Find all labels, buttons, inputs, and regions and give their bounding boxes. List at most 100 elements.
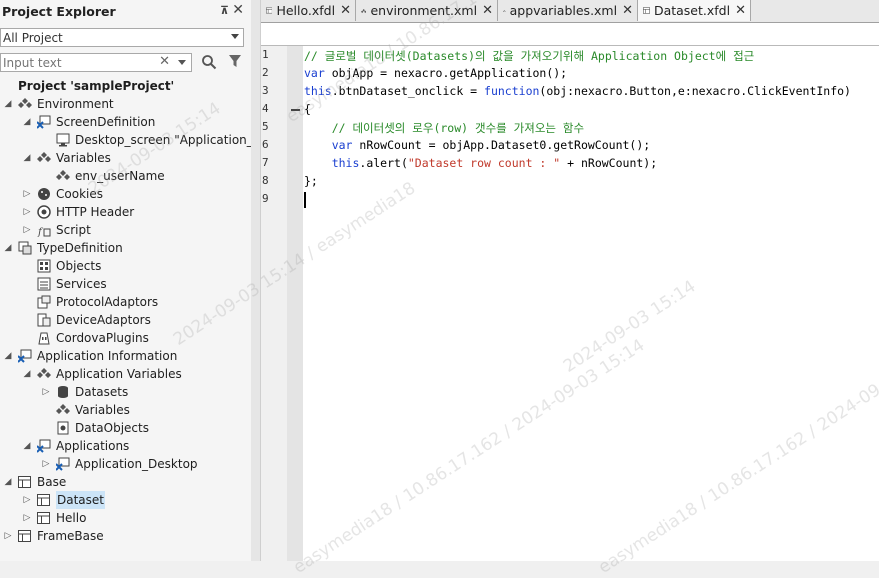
monitor-icon xyxy=(56,133,70,147)
tree-node[interactable]: ◢ Application Variables xyxy=(0,365,251,383)
code-text: .alert( xyxy=(359,156,408,170)
tab-label: Dataset.xfdl xyxy=(653,3,731,18)
tab-dataset-xfdl[interactable]: Dataset.xfdl ✕ xyxy=(638,0,751,21)
collapse-icon[interactable]: ◢ xyxy=(3,473,13,491)
tree-node[interactable]: ▷ Dataset xyxy=(0,491,251,509)
tree-node[interactable]: ◢ Base xyxy=(0,473,251,491)
dataset-icon xyxy=(58,386,68,398)
tree-node-label: Application Variables xyxy=(56,367,182,381)
close-icon[interactable]: ✕ xyxy=(622,3,633,18)
tree-node[interactable]: ▷ f Script xyxy=(0,221,251,239)
tab-appvariables-xml[interactable]: appvariables.xml ✕ xyxy=(498,0,638,21)
expand-icon[interactable]: ▷ xyxy=(3,527,13,545)
tree-node[interactable]: DeviceAdaptors xyxy=(0,311,251,329)
line-number: 8 xyxy=(262,174,269,187)
code-text: }; xyxy=(304,174,318,188)
close-icon[interactable]: ✕ xyxy=(232,2,244,18)
expand-icon[interactable]: ▷ xyxy=(22,491,32,509)
tree-node[interactable]: Variables xyxy=(0,401,251,419)
collapse-icon[interactable]: ◢ xyxy=(22,365,32,383)
close-icon[interactable]: ✕ xyxy=(735,3,746,18)
tab-label: appvariables.xml xyxy=(509,3,618,18)
tree-node[interactable]: ▷ Datasets xyxy=(0,383,251,401)
tree-node[interactable]: ◢ Application Information xyxy=(0,347,251,365)
fold-marker-icon[interactable] xyxy=(291,109,300,111)
expand-icon[interactable]: ▷ xyxy=(22,185,32,203)
tree-node[interactable]: ▷ Application_Desktop xyxy=(0,455,251,473)
collapse-icon[interactable]: ◢ xyxy=(22,437,32,455)
tree-node[interactable]: Services xyxy=(0,275,251,293)
form-file-icon xyxy=(37,494,50,506)
tree-node-label: ProtocolAdaptors xyxy=(56,295,159,309)
line-number: 9 xyxy=(262,192,269,205)
tree-node[interactable]: CordovaPlugins xyxy=(0,329,251,347)
search-icon[interactable] xyxy=(201,54,217,70)
variables-icon xyxy=(37,368,51,378)
tree-node[interactable]: ◢ Applications xyxy=(0,437,251,455)
filter-icon[interactable] xyxy=(228,54,242,68)
tree-node[interactable]: DataObjects xyxy=(0,419,251,437)
tab-environment-xml[interactable]: environment.xml ✕ xyxy=(356,0,498,21)
code-text: .btnDataset_onclick = xyxy=(331,84,485,98)
tree-node[interactable]: ◢ ScreenDefinition xyxy=(0,113,251,131)
tree-node[interactable]: ▷ Cookies xyxy=(0,185,251,203)
objects-icon xyxy=(37,259,51,273)
cordova-plugin-icon xyxy=(38,332,50,345)
project-explorer-panel: Project Explorer ⊼ ✕ All Project ✕ Proje… xyxy=(0,0,252,561)
tree-node[interactable]: ◢ Variables xyxy=(0,149,251,167)
filter-input-box[interactable]: ✕ xyxy=(0,53,192,72)
tree-node[interactable]: ▷ Hello xyxy=(0,509,251,527)
expand-icon[interactable]: ▷ xyxy=(22,509,32,527)
panel-splitter[interactable] xyxy=(251,0,261,561)
expand-icon[interactable]: ▷ xyxy=(41,455,51,473)
tree-node[interactable]: ▷ HTTP Header xyxy=(0,203,251,221)
collapse-icon[interactable]: ◢ xyxy=(3,239,13,257)
close-icon[interactable]: ✕ xyxy=(482,3,493,18)
tree-node-label: HTTP Header xyxy=(56,205,135,219)
code-string: "Dataset row count : " xyxy=(407,156,561,170)
collapse-icon[interactable]: ◢ xyxy=(3,95,13,113)
tree-node[interactable]: ◢ TypeDefinition xyxy=(0,239,251,257)
tree-node[interactable]: ProtocolAdaptors xyxy=(0,293,251,311)
tree-node-label: env_userName xyxy=(75,169,165,183)
tree-node-label: DataObjects xyxy=(75,421,149,435)
tree-node[interactable]: Desktop_screen "Application_Des xyxy=(0,131,251,149)
variables-icon xyxy=(503,9,506,12)
form-file-icon xyxy=(18,530,31,542)
tree-node[interactable]: ◢ Environment xyxy=(0,95,251,113)
project-scope-dropdown[interactable]: All Project xyxy=(0,28,244,47)
pin-icon[interactable]: ⊼ xyxy=(220,4,229,17)
code-comment: // 데이터셋의 로우(row) 갯수를 가져오는 함수 xyxy=(304,121,585,135)
collapse-icon[interactable]: ◢ xyxy=(22,149,32,167)
code-line: this.btnDataset_onclick = function(obj:n… xyxy=(304,84,851,98)
chevron-down-icon[interactable] xyxy=(178,60,186,65)
expand-icon[interactable]: ▷ xyxy=(22,221,32,239)
tab-hello-xfdl[interactable]: Hello.xfdl ✕ xyxy=(261,0,356,21)
project-tree: Project 'sampleProject' ◢ Environment ◢ Scre… xyxy=(0,77,251,545)
form-file-icon xyxy=(643,7,650,14)
panel-title: Project Explorer ⊼ ✕ xyxy=(0,0,251,22)
tree-node-label: Variables xyxy=(56,151,111,165)
expand-icon[interactable]: ▷ xyxy=(41,383,51,401)
expand-icon[interactable]: ▷ xyxy=(22,203,32,221)
tree-node[interactable]: env_userName xyxy=(0,167,251,185)
filter-input[interactable] xyxy=(1,54,155,71)
tree-node-label: FrameBase xyxy=(37,529,104,543)
code-editor[interactable]: 1 2 3 4 5 6 7 8 9 // 글로벌 데이터셋(Datasets)의 값을 가져오기… xyxy=(261,46,879,561)
tree-node-label: Services xyxy=(56,277,107,291)
tree-node-label: Desktop_screen "Application_Des xyxy=(75,133,251,147)
tree-node[interactable]: Objects xyxy=(0,257,251,275)
close-icon[interactable]: ✕ xyxy=(340,3,351,18)
code-keyword: this xyxy=(304,84,332,98)
tree-node-label: Application_Desktop xyxy=(75,457,198,471)
code-text: + nRowCount); xyxy=(560,156,658,170)
code-text: nRowCount = objApp.Dataset0.getRowCount(… xyxy=(352,138,651,152)
text-cursor xyxy=(304,192,306,208)
collapse-icon[interactable]: ◢ xyxy=(22,113,32,131)
tree-node-label: Environment xyxy=(37,97,114,111)
collapse-icon[interactable]: ◢ xyxy=(3,347,13,365)
clear-icon[interactable]: ✕ xyxy=(159,54,170,69)
tree-node-label: Application Information xyxy=(37,349,178,363)
tree-node[interactable]: Project 'sampleProject' xyxy=(0,77,251,95)
tree-node[interactable]: ▷ FrameBase xyxy=(0,527,251,545)
